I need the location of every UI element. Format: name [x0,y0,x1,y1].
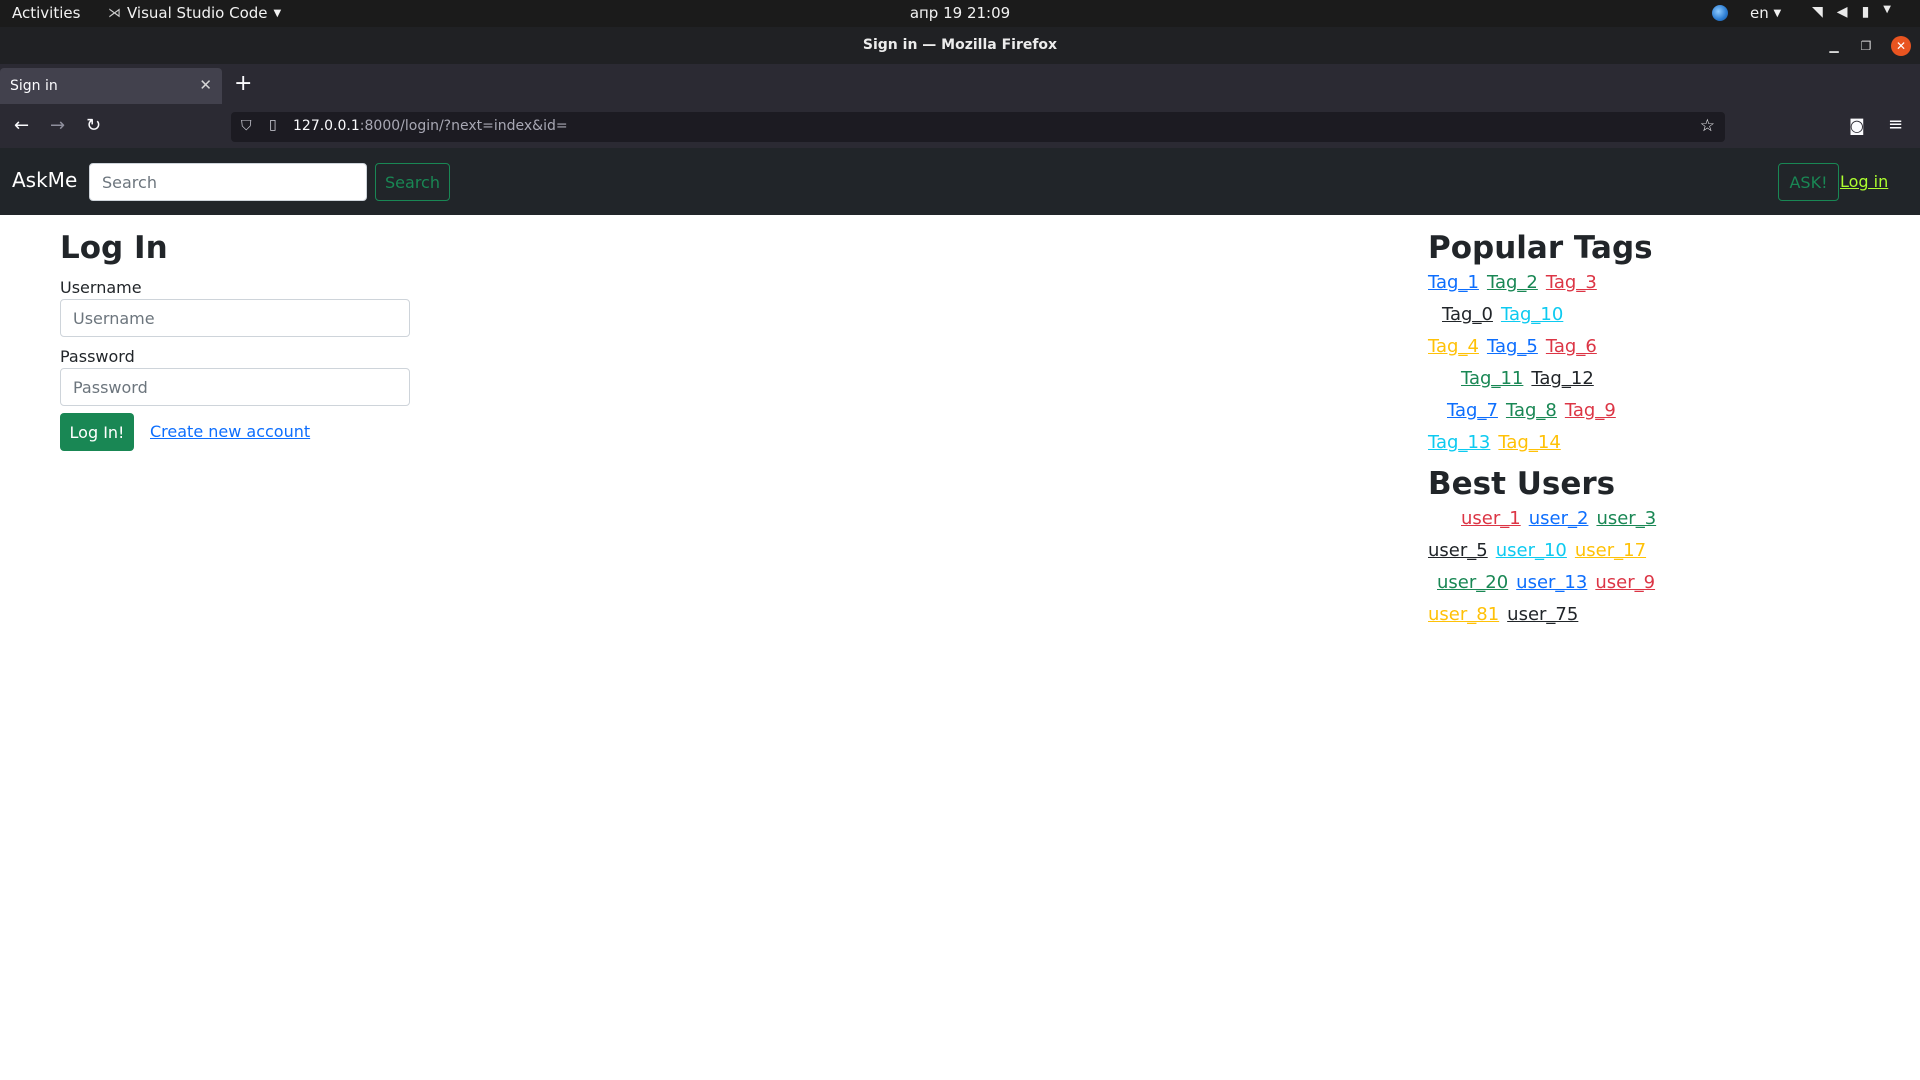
close-tab-icon[interactable]: ✕ [199,76,212,94]
user-row: user_1 user_2 user_3 [1428,508,1688,540]
window-title: Sign in — Mozilla Firefox [862,37,1058,53]
battery-icon: ▮ [1861,4,1870,20]
language-indicator[interactable]: en ▼ [1750,4,1781,22]
tag-link[interactable]: Tag_4 [1428,336,1479,357]
username-field[interactable] [60,299,410,337]
user-link[interactable]: user_5 [1428,540,1488,561]
tag-row: Tag_0 Tag_10 [1428,304,1688,336]
user-link[interactable]: user_1 [1461,508,1521,529]
brand-logo[interactable]: AskMe [12,168,77,192]
tag-link[interactable]: Tag_1 [1428,272,1479,293]
tag-link[interactable]: Tag_9 [1565,400,1616,421]
best-users-heading: Best Users [1428,466,1616,502]
page-info-icon[interactable]: ▯ [269,117,277,133]
browser-tab[interactable]: Sign in ✕ [0,68,222,104]
activities-button[interactable]: Activities [12,4,80,22]
volume-icon: ◀ [1836,4,1848,20]
page-title: Log In [60,230,168,266]
tag-link[interactable]: Tag_10 [1501,304,1563,325]
tag-link[interactable]: Tag_5 [1487,336,1538,357]
window-title-bar: Sign in — Mozilla Firefox ▁ ❐ ✕ [0,27,1920,64]
user-link[interactable]: user_3 [1596,508,1656,529]
sidebar: Popular Tags Tag_1 Tag_2 Tag_3 Tag_0 Tag_10… [1428,230,1688,636]
tag-link[interactable]: Tag_8 [1506,400,1557,421]
tag-row: Tag_7 Tag_8 Tag_9 [1428,400,1688,432]
tag-link[interactable]: Tag_11 [1461,368,1523,389]
reload-icon[interactable]: ↻ [86,116,101,136]
user-link[interactable]: user_75 [1507,604,1578,625]
main-content: Log In Username Password Log In! Create … [0,215,1920,1080]
pocket-icon[interactable]: ◙ [1849,116,1865,135]
ask-button[interactable]: ASK! [1778,163,1839,201]
password-label: Password [60,347,135,366]
globe-icon[interactable] [1712,5,1728,21]
maximize-icon[interactable]: ❐ [1856,36,1876,56]
tab-title: Sign in [10,78,58,94]
nav-login-link[interactable]: Log in [1840,172,1888,191]
tag-link[interactable]: Tag_14 [1498,432,1560,453]
system-tray[interactable]: ◥ ◀ ▮ ▼ [1812,4,1891,20]
bookmark-star-icon[interactable]: ☆ [1700,116,1715,136]
tag-link[interactable]: Tag_2 [1487,272,1538,293]
user-link[interactable]: user_9 [1595,572,1655,593]
popular-tags-list: Tag_1 Tag_2 Tag_3 Tag_0 Tag_10 Tag_4 Tag_5 Ta… [1428,272,1688,464]
user-link[interactable]: user_13 [1516,572,1587,593]
username-label: Username [60,278,142,297]
site-navbar: AskMe Search ASK! Log in [0,148,1920,215]
tag-link[interactable]: Tag_0 [1442,304,1493,325]
popular-tags-heading: Popular Tags [1428,230,1653,266]
close-window-icon[interactable]: ✕ [1891,36,1911,56]
app-menu[interactable]: ⋊ Visual Studio Code ▼ [108,4,281,22]
chevron-down-icon: ▼ [1883,4,1891,15]
chevron-down-icon: ▼ [273,7,282,19]
forward-arrow-icon[interactable]: → [50,116,65,136]
system-top-bar: Activities ⋊ Visual Studio Code ▼ апр 19… [0,0,1920,27]
tag-link[interactable]: Tag_7 [1447,400,1498,421]
minimize-icon[interactable]: ▁ [1824,36,1844,56]
search-input[interactable] [89,163,367,201]
user-link[interactable]: user_81 [1428,604,1499,625]
vscode-icon: ⋊ [108,5,121,21]
password-field[interactable] [60,368,410,406]
language-label: en [1750,4,1769,22]
tag-row: Tag_13 Tag_14 [1428,432,1688,464]
chevron-down-icon: ▼ [1773,8,1782,19]
clock[interactable]: апр 19 21:09 [910,4,1010,22]
tag-link[interactable]: Tag_12 [1531,368,1593,389]
url-text[interactable]: 127.0.0.1:8000/login/?next=index&id= [293,118,568,134]
user-link[interactable]: user_20 [1437,572,1508,593]
tracking-shield-icon[interactable]: ⛉ [241,118,252,134]
tab-strip: Sign in ✕ + [0,64,1920,106]
wifi-icon: ◥ [1812,4,1823,20]
url-bar[interactable]: ⛉ ▯ 127.0.0.1:8000/login/?next=index&id=… [231,112,1725,142]
tag-link[interactable]: Tag_3 [1546,272,1597,293]
user-row: user_20 user_13 user_9 [1428,572,1688,604]
browser-navigation-bar: ← → ↻ ⛉ ▯ 127.0.0.1:8000/login/?next=ind… [0,106,1920,148]
tag-link[interactable]: Tag_13 [1428,432,1490,453]
back-arrow-icon[interactable]: ← [14,116,29,136]
tag-row: Tag_1 Tag_2 Tag_3 [1428,272,1688,304]
tag-link[interactable]: Tag_6 [1546,336,1597,357]
user-row: user_5 user_10 user_17 [1428,540,1688,572]
best-users-list: user_1 user_2 user_3 user_5 user_10 user_17 … [1428,508,1688,636]
tag-row: Tag_11 Tag_12 [1428,368,1688,400]
search-button[interactable]: Search [375,163,450,201]
user-row: user_81 user_75 [1428,604,1688,636]
user-link[interactable]: user_10 [1496,540,1567,561]
tag-row: Tag_4 Tag_5 Tag_6 [1428,336,1688,368]
login-submit-button[interactable]: Log In! [60,413,134,451]
new-tab-icon[interactable]: + [234,73,252,95]
user-link[interactable]: user_17 [1575,540,1646,561]
app-name: Visual Studio Code [127,4,268,22]
url-host: 127.0.0.1 [293,118,360,134]
create-account-link[interactable]: Create new account [150,422,310,441]
hamburger-menu-icon[interactable]: ≡ [1888,114,1903,135]
user-link[interactable]: user_2 [1529,508,1589,529]
url-path: :8000/login/?next=index&id= [359,118,568,134]
